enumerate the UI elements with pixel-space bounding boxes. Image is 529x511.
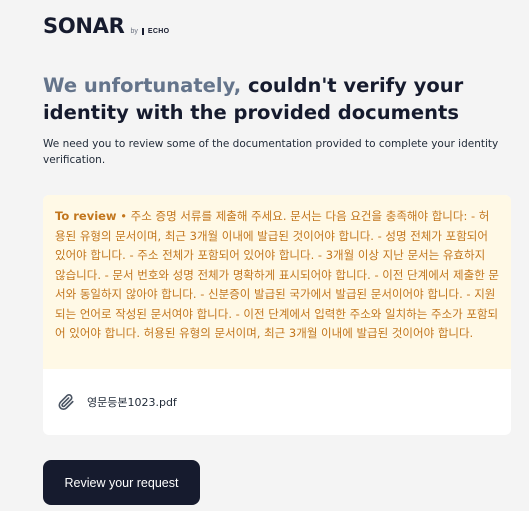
brand-by: by bbox=[130, 28, 138, 35]
brand-partner: by ECHO bbox=[130, 28, 169, 38]
page-title: We unfortunately, couldn't verify your i… bbox=[43, 72, 503, 126]
paperclip-icon bbox=[57, 392, 75, 412]
brand-logo: SONAR by ECHO bbox=[43, 14, 169, 38]
attachment-item[interactable]: 영문등본1023.pdf bbox=[43, 369, 511, 435]
review-separator: • bbox=[116, 209, 131, 223]
brand-divider bbox=[141, 28, 144, 35]
page-description: We need you to review some of the docume… bbox=[43, 138, 499, 166]
review-request-button[interactable]: Review your request bbox=[43, 460, 200, 505]
page-title-muted: We unfortunately, bbox=[43, 74, 242, 97]
attachment-file-name: 영문등본1023.pdf bbox=[87, 396, 177, 409]
review-label: To review bbox=[55, 209, 117, 223]
review-panel: To review • 주소 증명 서류를 제출해 주세요. 문서는 다음 요건… bbox=[43, 195, 511, 435]
review-requirements: 주소 증명 서류를 제출해 주세요. 문서는 다음 요건을 충족해야 합니다: … bbox=[55, 209, 500, 340]
verification-card: SONAR by ECHO We unfortunately, couldn't… bbox=[0, 0, 529, 511]
brand-partner-name: ECHO bbox=[147, 28, 170, 35]
brand-name: SONAR bbox=[43, 14, 125, 38]
review-message: To review • 주소 증명 서류를 제출해 주세요. 문서는 다음 요건… bbox=[43, 195, 511, 369]
